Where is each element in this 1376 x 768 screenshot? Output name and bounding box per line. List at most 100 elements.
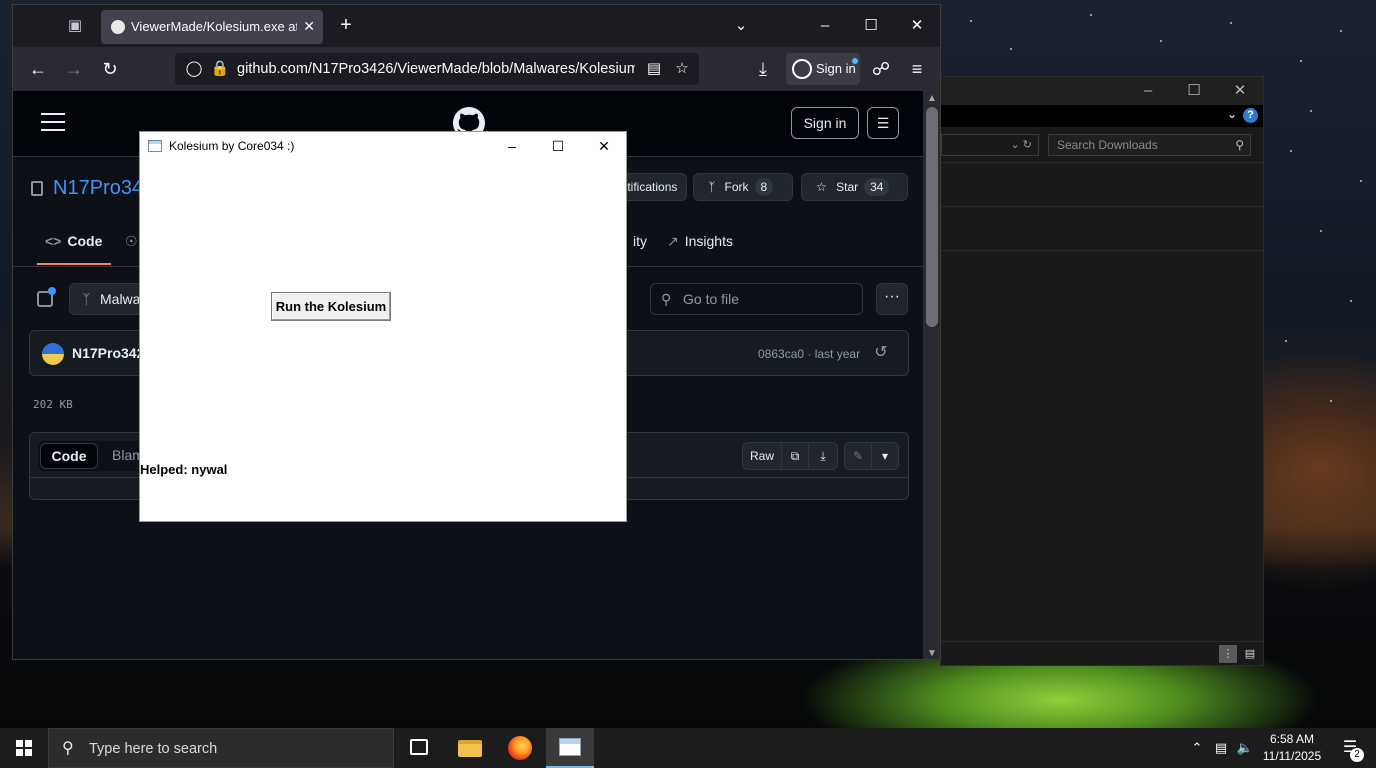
url-bar[interactable]: ◯ 🔒 github.com/N17Pro3426/ViewerMade/blo…	[175, 53, 699, 85]
minimize-icon[interactable]: –	[489, 134, 535, 158]
raw-button[interactable]: Raw	[742, 442, 782, 470]
list-all-tabs-icon[interactable]: ⌄	[721, 13, 761, 39]
reader-view-icon[interactable]: ▤	[643, 58, 665, 80]
download-icon[interactable]: ⤓	[808, 442, 838, 470]
close-icon[interactable]: ✕	[897, 13, 937, 39]
code-tab[interactable]: Code	[40, 443, 98, 469]
settings-sliders-icon[interactable]: ☰	[867, 107, 899, 139]
downloads-icon[interactable]: ⤓	[752, 58, 774, 80]
extensions-icon[interactable]: ☍	[870, 58, 892, 80]
details-view-icon[interactable]: ⋮	[1219, 645, 1237, 663]
clock-time: 6:58 AM	[1269, 732, 1315, 746]
start-button[interactable]	[0, 728, 48, 768]
help-icon[interactable]: ?	[1243, 108, 1258, 123]
volume-muted-icon[interactable]: 🔈	[1234, 728, 1256, 768]
commit-meta[interactable]: 0863ca0 · last year	[758, 347, 860, 361]
firefox-account-button[interactable]: Sign in	[786, 53, 860, 85]
github-sign-in-button[interactable]: Sign in	[791, 107, 859, 139]
close-icon[interactable]: ✕	[1217, 79, 1263, 103]
tiles-view-icon[interactable]: ▤	[1241, 645, 1259, 663]
firefox-icon	[508, 736, 532, 760]
tab-label: ity	[633, 233, 647, 249]
star-button[interactable]: ☆ Star 34	[801, 173, 908, 201]
graph-icon: ↗	[667, 233, 679, 249]
chevron-down-icon[interactable]: ⌄	[1227, 107, 1237, 121]
close-tab-icon[interactable]: ✕	[303, 18, 315, 35]
back-icon[interactable]: ←	[27, 58, 49, 80]
task-view-icon	[410, 739, 428, 755]
tab-label: Code	[67, 233, 103, 249]
notification-count-badge: 2	[1350, 748, 1364, 762]
app-window-icon	[559, 738, 581, 756]
close-icon[interactable]: ✕	[581, 134, 627, 158]
task-view-button[interactable]	[396, 728, 444, 768]
chevron-down-icon[interactable]: ▾	[871, 442, 899, 470]
clock-date: 11/11/2025	[1262, 749, 1322, 763]
fork-button[interactable]: ᛉ Fork 8	[693, 173, 793, 201]
show-hidden-icons-icon[interactable]: ⌃	[1186, 728, 1208, 768]
lock-icon[interactable]: 🔒	[209, 58, 231, 80]
tab-strip: ▣ ViewerMade/Kolesium.exe at Malwares · …	[13, 5, 940, 47]
file-explorer-taskbar-button[interactable]	[446, 728, 494, 768]
edit-pencil-icon[interactable]: ✎	[844, 442, 872, 470]
taskbar-search-input[interactable]: ⚲ Type here to search	[48, 728, 394, 768]
fork-label: Fork	[724, 180, 749, 194]
minimize-icon[interactable]: –	[805, 13, 845, 39]
star-count: 34	[864, 178, 890, 196]
run-kolesium-button[interactable]: Run the Kolesium	[271, 292, 391, 321]
tab-list-icon[interactable]: ▣	[65, 16, 85, 36]
history-icon[interactable]: ↺	[872, 344, 890, 362]
scrollbar-thumb[interactable]	[926, 107, 938, 327]
address-bar[interactable]: ⌄ ↻	[941, 134, 1039, 156]
app-window-icon	[148, 140, 162, 152]
maximize-icon[interactable]: ☐	[851, 13, 891, 39]
github-favicon-icon	[111, 20, 125, 34]
search-icon: ⚲	[661, 291, 672, 307]
bookmark-star-icon[interactable]: ☆	[671, 58, 693, 80]
code-icon: <>	[45, 233, 62, 249]
forward-icon[interactable]: →	[63, 58, 85, 80]
search-placeholder: Search Downloads	[1057, 138, 1158, 152]
firefox-taskbar-button[interactable]	[496, 728, 544, 768]
fork-count: 8	[754, 178, 774, 196]
tab-github[interactable]: ViewerMade/Kolesium.exe at Malwares · N1…	[101, 10, 323, 44]
tab-code[interactable]: <> Code	[37, 233, 111, 265]
notification-dot-icon	[48, 287, 56, 295]
copy-icon[interactable]: ⧉	[781, 442, 809, 470]
menu-icon[interactable]: ≡	[906, 58, 928, 80]
maximize-icon[interactable]: ☐	[1171, 79, 1217, 103]
notification-center-icon[interactable]: ☰ 2	[1330, 728, 1370, 768]
issue-icon: ☉	[125, 233, 138, 249]
scroll-up-icon[interactable]: ▲	[923, 93, 940, 104]
explorer-ribbon: ⌄ ?	[941, 105, 1263, 127]
hamburger-menu-icon[interactable]	[41, 113, 65, 131]
search-icon: ⚲	[1235, 138, 1244, 152]
tab-insights[interactable]: ↗ Insights	[667, 233, 757, 265]
reload-icon[interactable]: ↻	[99, 58, 121, 80]
search-placeholder: Type here to search	[89, 741, 218, 757]
go-to-file-input[interactable]: ⚲ Go to file	[650, 283, 863, 315]
tab-label: Insights	[684, 233, 733, 249]
minimize-icon[interactable]: –	[1125, 79, 1171, 103]
go-to-file-placeholder: Go to file	[683, 291, 740, 307]
dialog-title: Kolesium by Core034 :)	[169, 139, 295, 153]
kolesium-taskbar-button[interactable]	[546, 728, 594, 768]
explorer-address-row: ⌄ ↻ Search Downloads ⚲	[941, 127, 1263, 163]
fork-icon: ᛉ	[708, 180, 716, 194]
branch-icon: ᛉ	[82, 291, 91, 307]
system-clock[interactable]: 6:58 AM 11/11/2025	[1256, 731, 1328, 765]
more-options-icon[interactable]: ···	[876, 283, 908, 315]
new-tab-icon[interactable]: +	[335, 14, 357, 36]
scroll-down-icon[interactable]: ▼	[923, 648, 940, 659]
explorer-status-bar: ⋮ ▤	[941, 641, 1263, 665]
network-icon[interactable]: ▤	[1210, 728, 1232, 768]
page-scrollbar[interactable]: ▲ ▼	[923, 91, 940, 659]
explorer-search-input[interactable]: Search Downloads ⚲	[1048, 134, 1251, 156]
avatar[interactable]	[42, 343, 64, 365]
star-label: Star	[836, 180, 859, 194]
list-item[interactable]	[941, 163, 1263, 207]
shield-icon[interactable]: ◯	[183, 58, 205, 80]
branch-selector[interactable]: ᛉ Malwares	[69, 283, 149, 315]
maximize-icon[interactable]: ☐	[535, 134, 581, 158]
list-item[interactable]	[941, 207, 1263, 251]
